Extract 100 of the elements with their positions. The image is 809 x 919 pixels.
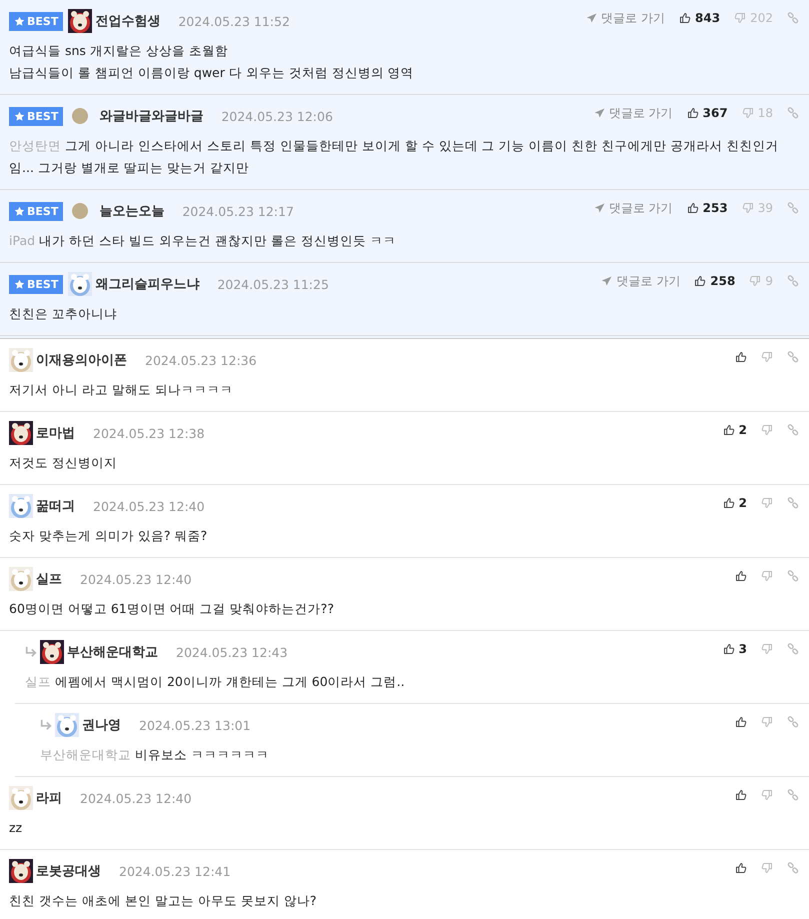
star-icon (14, 16, 25, 26)
thumbs-up-icon (722, 424, 735, 436)
comment-text: 저것도 정신병이지 (9, 454, 118, 472)
comment-text: 여급식들 sns 개지랄은 상상을 초월함 남급식들이 롤 챔피언 이름이랑 qwer 다 외우는 것처럼 정신병의 영역 (9, 42, 415, 82)
thumbs-up-icon (686, 107, 699, 119)
thumbs-down-icon (761, 570, 773, 582)
thumbs-up-icon (722, 497, 735, 509)
username[interactable]: 실프 (36, 570, 62, 588)
thumbs-down-icon (761, 862, 773, 874)
comment-text: 실프 에펨에서 맥시멈이 20이니까 걔한테는 그게 60이라서 그럼.. (25, 673, 406, 691)
thumbs-up-icon (735, 716, 747, 728)
timestamp: 2024.05.23 12:40 (80, 790, 192, 806)
dislike-button[interactable] (761, 789, 773, 801)
thumbs-up-icon (735, 862, 747, 874)
thumbs-up-icon (686, 202, 699, 214)
thumbs-down-icon (742, 202, 754, 214)
username[interactable]: 전업수험생 (95, 12, 160, 30)
username[interactable]: 늘오는오늘 (99, 202, 164, 220)
timestamp: 2024.05.23 12:41 (119, 864, 231, 878)
star-icon (14, 110, 25, 122)
comment-text: 60명이면 어떻고 61명이면 어때 그걸 맞춰야하는건가?? (9, 600, 335, 618)
link-icon[interactable] (787, 202, 799, 214)
like-button[interactable]: 253 (686, 201, 728, 215)
link-icon[interactable] (787, 570, 799, 582)
like-button[interactable] (735, 789, 747, 801)
thumbs-down-icon (761, 789, 773, 801)
like-button[interactable]: 367 (686, 106, 728, 120)
like-button[interactable] (735, 716, 747, 728)
like-button[interactable] (735, 351, 747, 363)
timestamp: 2024.05.23 11:25 (217, 276, 329, 292)
link-icon[interactable] (787, 275, 799, 287)
reply-arrow-icon (40, 719, 52, 731)
link-icon[interactable] (787, 862, 799, 874)
timestamp: 2024.05.23 12:17 (182, 204, 294, 218)
timestamp: 2024.05.23 12:40 (80, 572, 192, 586)
thumbs-down-icon (761, 424, 773, 436)
link-icon[interactable] (787, 424, 799, 436)
like-button[interactable]: 2 (722, 423, 747, 437)
like-button[interactable] (735, 862, 747, 874)
best-badge: BEST (9, 106, 64, 126)
thumbs-up-icon (735, 789, 747, 801)
thumbs-down-icon (742, 107, 754, 119)
comment-text: 친친 갯수는 애초에 본인 말고는 아무도 못보지 않나? (9, 892, 318, 910)
link-icon[interactable] (787, 497, 799, 509)
link-icon[interactable] (787, 12, 799, 24)
like-button[interactable]: 3 (722, 642, 747, 656)
username[interactable]: 와글바글와글바글 (99, 107, 204, 125)
link-icon[interactable] (787, 716, 799, 728)
dislike-button[interactable] (761, 424, 773, 436)
like-button[interactable]: 258 (694, 274, 736, 288)
best-badge: BEST (9, 202, 64, 220)
like-button[interactable]: 843 (679, 11, 720, 25)
username[interactable]: 권나영 (82, 716, 121, 734)
send-arrow-icon (594, 107, 606, 119)
link-icon[interactable] (787, 643, 799, 655)
timestamp: 2024.05.23 12:38 (93, 426, 205, 440)
timestamp: 2024.05.23 12:36 (145, 352, 257, 368)
like-button[interactable]: 2 (722, 496, 747, 510)
comment-text: 저기서 아니 라고 말해도 되나ㅋㅋㅋㅋ (9, 381, 234, 399)
dislike-button[interactable] (761, 862, 773, 874)
level-icon (72, 203, 88, 219)
username[interactable]: 왜그리슬피우느냐 (95, 275, 200, 293)
star-icon (14, 278, 25, 290)
link-icon[interactable] (787, 351, 799, 363)
like-button[interactable] (735, 570, 747, 582)
thumbs-down-icon (749, 275, 762, 287)
thumbs-down-icon (761, 716, 773, 728)
best-badge: BEST (9, 12, 64, 30)
link-icon[interactable] (787, 789, 799, 801)
username[interactable]: 라피 (36, 789, 62, 807)
username[interactable]: 로봇공대생 (36, 862, 101, 880)
star-icon (14, 206, 25, 216)
reply-arrow-icon (25, 646, 37, 658)
thumbs-down-icon (761, 351, 773, 363)
thumbs-down-icon (761, 497, 773, 509)
comment-text: zz (9, 819, 24, 837)
dislike-button[interactable] (761, 716, 773, 728)
send-arrow-icon (586, 12, 598, 24)
link-icon[interactable] (787, 107, 799, 119)
dislike-button[interactable] (761, 351, 773, 363)
username[interactable]: 로마법 (36, 424, 75, 442)
dislike-button[interactable] (761, 570, 773, 582)
comment-text: 부산해운대학교 비유보소 ㅋㅋㅋㅋㅋㅋ (40, 746, 270, 764)
timestamp: 2024.05.23 12:40 (93, 498, 205, 514)
username[interactable]: 꿆떠긔 (36, 497, 75, 515)
username[interactable]: 부산해운대학교 (67, 643, 158, 661)
dislike-button[interactable] (761, 497, 773, 509)
thumbs-up-icon (679, 12, 692, 24)
comment-text: 친친은 꼬추아니냐 (9, 305, 118, 323)
comment-text: 안성탄면 그게 아니라 인스타에서 스토리 특정 인물들한테만 보이게 할 수 있는데 그 기능 이름이 친한 친구에게만 공개라서 친친인거임... 그거랑 별개로 딸피는 맞는거 같지만 (9, 137, 780, 177)
send-arrow-icon (594, 202, 606, 214)
level-icon (72, 108, 88, 124)
thumbs-up-icon (735, 570, 747, 582)
thumbs-down-icon (761, 643, 773, 655)
comment-text: iPad 내가 하던 스타 빌드 외우는건 괜찮지만 롤은 정신병인듯 ㅋㅋ (9, 232, 397, 250)
username[interactable]: 이재용의아이폰 (36, 351, 127, 369)
send-arrow-icon (601, 275, 614, 287)
thumbs-up-icon (694, 275, 706, 287)
dislike-button[interactable] (761, 643, 773, 655)
timestamp: 2024.05.23 11:52 (178, 14, 290, 28)
